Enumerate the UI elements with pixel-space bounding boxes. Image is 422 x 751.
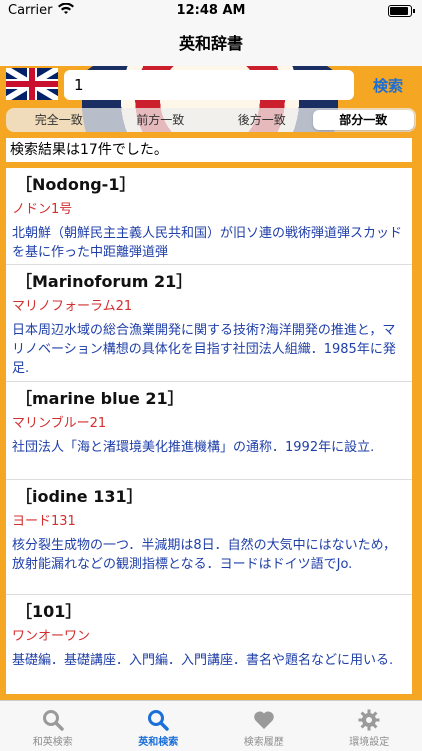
results-list[interactable]: ［Nodong-1］ ノドン1号 北朝鮮（朝鮮民主主義人民共和国）が旧ソ連の戦術… — [6, 168, 412, 694]
segment-prefix-match[interactable]: 前方一致 — [110, 110, 212, 130]
search-input[interactable] — [64, 70, 354, 100]
entry-definition: 基礎編．基礎講座．入門編．入門講座．書名や題名などに用いる. — [12, 651, 404, 670]
status-bar: Carrier 12:48 AM — [0, 0, 422, 22]
entry-headword: ［marine blue 21］ — [12, 388, 404, 410]
tab-label: 英和検索 — [138, 737, 178, 748]
match-mode-segmented-control: 完全一致 前方一致 後方一致 部分一致 — [6, 108, 416, 132]
tab-bar: 和英検索 英和検索 検索履歴 環境設定 — [0, 700, 422, 751]
tab-label: 和英検索 — [33, 737, 73, 748]
tab-english-japanese-search[interactable]: 英和検索 — [106, 701, 212, 751]
results-area: 検索結果は17件でした。 ［Nodong-1］ ノドン1号 北朝鮮（朝鮮民主主義… — [0, 132, 422, 700]
battery-icon — [388, 5, 412, 17]
tab-japanese-english-search[interactable]: 和英検索 — [0, 701, 106, 751]
entry-reading: マリンブルー21 — [12, 414, 404, 434]
entry-headword: ［101］ — [12, 601, 404, 623]
list-item[interactable]: ［Marinoforum 21］ マリノフォーラム21 日本周辺水域の総合漁業開… — [6, 265, 412, 382]
entry-reading: ヨード131 — [12, 512, 404, 532]
heart-icon — [211, 707, 317, 733]
tab-settings[interactable]: 環境設定 — [317, 701, 422, 751]
entry-definition: 核分裂生成物の一つ．半減期は8日．自然の大気中にはないため，放射能漏れなどの観測… — [12, 536, 404, 574]
search-button[interactable]: 検索 — [360, 70, 416, 100]
segment-partial-match[interactable]: 部分一致 — [313, 110, 415, 130]
status-time: 12:48 AM — [0, 3, 422, 18]
gear-icon — [317, 707, 422, 733]
uk-flag-icon — [6, 68, 58, 100]
list-item[interactable]: ［iodine 131］ ヨード131 核分裂生成物の一つ．半減期は8日．自然の… — [6, 480, 412, 595]
entry-definition: 日本周辺水域の総合漁業開発に関する技術?海洋開発の推進と，マリノベーション構想の… — [12, 321, 404, 378]
entry-reading: マリノフォーラム21 — [12, 297, 404, 317]
entry-reading: ワンオーワン — [12, 627, 404, 647]
tab-label: 検索履歴 — [244, 737, 284, 748]
entry-headword: ［Marinoforum 21］ — [12, 271, 404, 293]
segment-exact-match[interactable]: 完全一致 — [8, 110, 110, 130]
result-count: 検索結果は17件でした。 — [6, 138, 412, 162]
search-icon — [0, 707, 106, 733]
segment-suffix-match[interactable]: 後方一致 — [211, 110, 313, 130]
entry-definition: 北朝鮮（朝鮮民主主義人民共和国）が旧ソ連の戦術弾道弾スカッドを基に作った中距離弾… — [12, 224, 404, 262]
entry-headword: ［iodine 131］ — [12, 486, 404, 508]
entry-headword: ［Nodong-1］ — [12, 174, 404, 196]
tab-search-history[interactable]: 検索履歴 — [211, 701, 317, 751]
entry-reading: ノドン1号 — [12, 200, 404, 220]
list-item[interactable]: ［Nodong-1］ ノドン1号 北朝鮮（朝鮮民主主義人民共和国）が旧ソ連の戦術… — [6, 168, 412, 265]
page-title: 英和辞書 — [0, 22, 422, 66]
list-item[interactable]: ［101］ ワンオーワン 基礎編．基礎講座．入門編．入門講座．書名や題名などに用… — [6, 595, 412, 694]
entry-definition: 社団法人「海と渚環境美化推進機構」の通称．1992年に設立. — [12, 438, 404, 457]
tab-label: 環境設定 — [349, 737, 389, 748]
list-item[interactable]: ［marine blue 21］ マリンブルー21 社団法人「海と渚環境美化推進… — [6, 382, 412, 480]
search-icon — [106, 707, 212, 733]
